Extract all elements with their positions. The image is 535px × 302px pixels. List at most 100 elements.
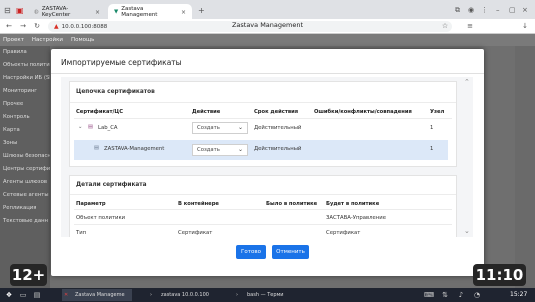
col-header-will-be-in-policy: Будет в политике xyxy=(326,201,380,207)
terminal-icon: › xyxy=(236,292,238,298)
detail-cell: Тип xyxy=(76,230,87,236)
validity-value: Действительный xyxy=(254,146,302,152)
table-row[interactable]: ⌄ ▤ Lab_CA Создать ⌄ Действительный 1 xyxy=(70,119,456,138)
profile-icon[interactable]: ◉ xyxy=(468,6,474,14)
globe-icon: ◍ xyxy=(34,9,39,15)
sidebar-item[interactable]: Карта xyxy=(0,124,50,137)
done-button[interactable]: Готово xyxy=(236,245,266,259)
video-timestamp: 11:10 xyxy=(473,264,526,286)
detail-cell: Сертификат xyxy=(178,230,213,236)
certificate-icon: ▤ xyxy=(94,145,100,151)
node-value: 1 xyxy=(430,125,434,131)
file-manager-icon[interactable]: ▭ xyxy=(18,290,28,300)
sidebar-item[interactable]: Сетевые агенты xyxy=(0,189,50,202)
col-header-action: Действие xyxy=(192,109,221,115)
scroll-up-icon[interactable]: ⌃ xyxy=(464,78,470,86)
chevron-down-icon: ⌄ xyxy=(237,124,243,131)
shield-icon: ▼ xyxy=(114,9,119,15)
col-header-validity: Срок действия xyxy=(254,109,299,115)
notifications-icon[interactable]: ◔ xyxy=(472,290,482,300)
import-certificates-dialog: Импортируемые сертификаты Цепочка сертиф… xyxy=(51,49,484,276)
sidebar-item[interactable]: Зоны xyxy=(0,137,50,150)
sidebar-item[interactable]: Объекты полити xyxy=(0,59,50,72)
action-select[interactable]: Создать ⌄ xyxy=(192,122,248,134)
divider xyxy=(70,102,456,103)
window-menu-icon[interactable]: ⊟ xyxy=(4,6,14,16)
action-select-value: Создать xyxy=(197,125,220,131)
table-row: Тип Сертификат Сертификат xyxy=(70,225,456,238)
divider xyxy=(51,73,484,74)
minimize-icon[interactable]: – xyxy=(496,6,500,14)
kebab-menu-icon[interactable]: ⋮ xyxy=(481,6,488,14)
col-header-certificate: Сертификат/ЦС xyxy=(76,109,124,115)
tab-zastava-keycenter[interactable]: ◍ ZASTAVA-KeyCenter × xyxy=(28,4,106,20)
table-row-selected[interactable]: ▤ ZASTAVA-Management Создать ⌄ Действите… xyxy=(74,140,448,160)
detail-cell: ЗАСТАВА-Управление xyxy=(326,215,386,221)
start-menu-icon[interactable]: ❖ xyxy=(4,290,14,300)
certificate-details-card: Детали сертификата Параметр В контейнере… xyxy=(69,175,457,237)
taskbar-task-ssh[interactable]: › zastava 10.0.0.100 xyxy=(148,289,218,301)
new-tab-button[interactable]: + xyxy=(198,6,205,15)
app-sidebar: Правила Объекты полити Настройки ИБ (SIE… xyxy=(0,46,50,288)
browser-icon: ✕ xyxy=(64,292,69,298)
sidebar-item[interactable]: Репликация xyxy=(0,202,50,215)
system-clock: 15:27 xyxy=(510,291,528,298)
action-select[interactable]: Создать ⌄ xyxy=(192,144,248,156)
sidebar-item[interactable]: Текстовые данн xyxy=(0,215,50,228)
task-label: zastava 10.0.0.100 xyxy=(161,292,209,298)
dialog-body: Цепочка сертификатов Сертификат/ЦС Дейст… xyxy=(61,77,473,237)
sidebar-item[interactable]: Шлюзы безопасн xyxy=(0,150,50,163)
age-rating-badge: 12+ xyxy=(10,264,47,286)
certificate-chain-card: Цепочка сертификатов Сертификат/ЦС Дейст… xyxy=(69,81,457,167)
cancel-button[interactable]: Отменить xyxy=(272,245,309,259)
node-value: 1 xyxy=(430,146,434,152)
detail-cell: Сертификат xyxy=(326,230,361,236)
extensions-icon[interactable]: ⧉ xyxy=(455,6,460,15)
tab-label: Zastava Management xyxy=(121,6,158,18)
cert-name: Lab_CA xyxy=(98,125,118,131)
maximize-icon[interactable]: ▢ xyxy=(509,6,516,14)
taskbar-task-terminal[interactable]: › bash — Терми xyxy=(234,289,294,301)
sidebar-item[interactable]: Прочее xyxy=(0,98,50,111)
menu-item-project[interactable]: Проект xyxy=(3,37,24,43)
col-header-in-container: В контейнере xyxy=(178,201,219,207)
extension-icon[interactable]: ▣ xyxy=(16,6,26,16)
sidebar-item[interactable]: Контроль xyxy=(0,111,50,124)
menu-item-settings[interactable]: Настройки xyxy=(32,37,63,43)
folder-icon[interactable]: ▤ xyxy=(32,290,42,300)
right-panel xyxy=(515,46,535,288)
volume-icon[interactable]: ♪ xyxy=(456,290,466,300)
table-row: Объект политики ЗАСТАВА-Управление xyxy=(70,210,456,224)
sidebar-item[interactable]: Агенты шлюзов xyxy=(0,176,50,189)
sidebar-item[interactable]: Мониторинг xyxy=(0,85,50,98)
app-menu-bar: Проект Настройки Помощь xyxy=(0,34,535,46)
certificate-authority-icon: ▤ xyxy=(88,124,94,130)
menu-item-help[interactable]: Помощь xyxy=(71,37,94,43)
keyboard-icon[interactable]: ⌨ xyxy=(424,290,434,300)
sidebar-item[interactable]: Настройки ИБ (SIE xyxy=(0,72,50,85)
chevron-down-icon[interactable]: ⌄ xyxy=(78,124,82,130)
scroll-down-icon[interactable]: ⌄ xyxy=(464,227,470,235)
sidebar-item[interactable]: Центры сертифик xyxy=(0,163,50,176)
validity-value: Действительный xyxy=(254,125,302,131)
col-header-parameter: Параметр xyxy=(76,201,106,207)
taskbar-task-browser[interactable]: ✕ Zastava Manageme xyxy=(62,289,132,301)
dialog-title: Импортируемые сертификаты xyxy=(61,58,182,67)
sidebar-item[interactable]: Правила xyxy=(0,46,50,59)
detail-cell: Объект политики xyxy=(76,215,126,221)
cert-name: ZASTAVA-Management xyxy=(104,146,165,152)
close-icon[interactable]: × xyxy=(181,9,186,16)
chain-title: Цепочка сертификатов xyxy=(76,89,155,95)
col-header-errors: Ошибки/конфликты/совпадения xyxy=(314,109,412,115)
task-label: bash — Терми xyxy=(247,292,284,298)
close-icon[interactable]: × xyxy=(95,9,100,16)
details-title: Детали сертификата xyxy=(76,182,147,188)
col-header-was-in-policy: Было в политике xyxy=(266,201,318,207)
tab-label: ZASTAVA-KeyCenter xyxy=(41,6,71,18)
task-label: Zastava Manageme xyxy=(75,292,125,298)
os-taskbar: ❖ ▭ ▤ ✕ Zastava Manageme › zastava 10.0.… xyxy=(0,288,535,302)
tab-zastava-management[interactable]: ▼ Zastava Management × xyxy=(108,4,192,20)
network-icon[interactable]: ⇅ xyxy=(440,290,450,300)
action-select-value: Создать xyxy=(197,147,220,153)
window-close-icon[interactable]: × xyxy=(522,6,528,14)
